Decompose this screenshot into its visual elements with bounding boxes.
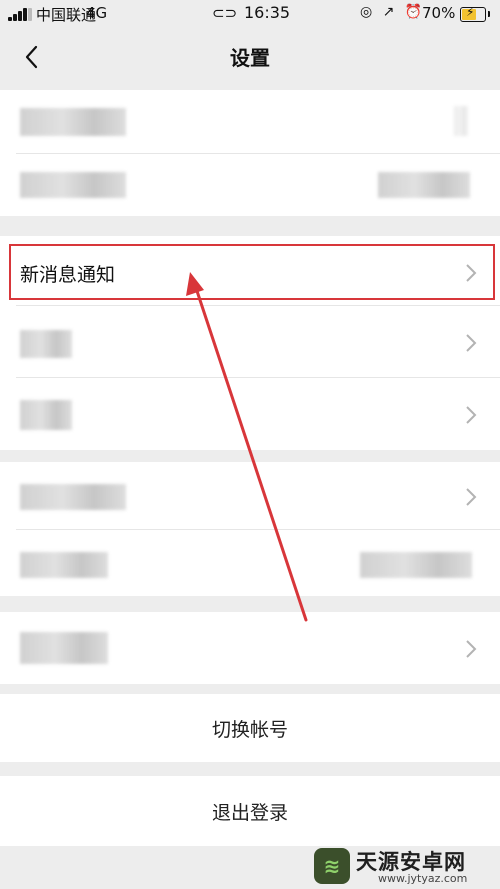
blurred-text <box>20 108 126 136</box>
settings-group-about <box>0 612 500 684</box>
settings-row-blurred-5[interactable] <box>0 462 500 530</box>
chevron-right-icon <box>466 334 477 352</box>
chevron-right-icon <box>466 406 477 424</box>
notification-label: 新消息通知 <box>20 264 116 286</box>
switch-account-button[interactable]: 切换帐号 <box>0 694 500 762</box>
status-time: 16:35 <box>244 3 291 22</box>
watermark-logo: ≋ <box>314 848 350 884</box>
battery-percent: 70% <box>422 4 456 22</box>
settings-row-notifications[interactable]: 新消息通知 <box>0 236 500 306</box>
blurred-value <box>360 552 472 578</box>
battery-cap <box>488 11 490 17</box>
status-icons: ◎ ↗ ⏰ <box>360 4 426 20</box>
switch-account-label: 切换帐号 <box>211 719 288 741</box>
blurred-text <box>20 552 108 578</box>
blurred-text <box>20 632 108 664</box>
logout-label: 退出登录 <box>211 802 288 824</box>
watermark-url: www.jytyaz.com <box>378 872 468 885</box>
blurred-text <box>20 400 72 430</box>
blurred-text <box>454 106 468 136</box>
blurred-text <box>20 484 126 510</box>
settings-row-blurred-3[interactable] <box>0 306 500 378</box>
settings-row-blurred-2[interactable] <box>0 154 500 216</box>
network-type: 4G <box>86 4 108 22</box>
android-icon: ≋ <box>323 854 341 878</box>
settings-group-account <box>0 90 500 216</box>
blurred-value <box>378 172 470 198</box>
blurred-text <box>20 172 126 198</box>
charging-icon: ⚡ <box>466 5 475 19</box>
settings-row-blurred-4[interactable] <box>0 378 500 450</box>
chevron-right-icon <box>466 264 477 282</box>
settings-group-general: 新消息通知 <box>0 236 500 450</box>
settings-row-blurred-6[interactable] <box>0 530 500 596</box>
signal-icon <box>8 8 32 21</box>
settings-row-blurred-7[interactable] <box>0 612 500 684</box>
status-bar: 中国联通 4G ⊂⊃ 16:35 ◎ ↗ ⏰ 70% ⚡ <box>0 0 500 28</box>
settings-group-privacy <box>0 462 500 596</box>
chevron-right-icon <box>466 640 477 658</box>
page-title: 设置 <box>230 46 270 70</box>
logout-button[interactable]: 退出登录 <box>0 776 500 846</box>
link-icon: ⊂⊃ <box>212 4 238 22</box>
blurred-text <box>20 330 72 358</box>
settings-row-blurred-1[interactable] <box>0 90 500 154</box>
chevron-right-icon <box>466 488 477 506</box>
